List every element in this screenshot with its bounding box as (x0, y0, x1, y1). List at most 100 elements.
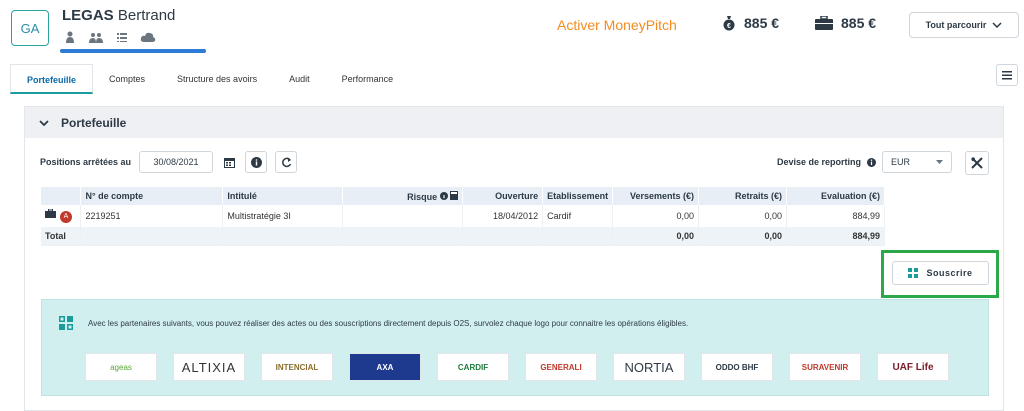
info-button[interactable] (245, 151, 268, 173)
tab-performance[interactable]: Performance (326, 64, 410, 94)
table-total-row: Total 0,00 0,00 884,99 (41, 227, 885, 246)
amount-bag-value: 885 € (744, 15, 780, 31)
refresh-button[interactable] (275, 151, 298, 173)
partner-logo-suravenir[interactable]: SURAVENIR (789, 353, 861, 381)
svg-text:€: € (727, 23, 731, 30)
total-evaluation: 884,99 (786, 227, 885, 246)
tools-icon (971, 157, 983, 169)
col-retraits[interactable]: Retraits (€) (698, 187, 787, 205)
partner-logo-cardif[interactable]: CARDIF (437, 353, 509, 381)
refresh-icon (281, 157, 291, 167)
cloud-icon[interactable] (140, 31, 156, 43)
devise-value: EUR (891, 157, 911, 167)
partner-logo-ageas[interactable]: ageas (85, 353, 157, 381)
cell-risque (342, 205, 464, 228)
cell-retraits: 0,00 (698, 205, 787, 228)
main-tabs: Portefeuille Comptes Structure des avoir… (10, 64, 1014, 94)
partner-logo-oddo-bhf[interactable]: ODDO BHF (701, 353, 773, 381)
browse-all-dropdown[interactable]: Tout parcourir (909, 12, 1019, 38)
col-risque[interactable]: Risque (342, 187, 464, 205)
cell-etablissement: Cardif (542, 205, 614, 228)
partner-logos: ageas ALTIXIA INTENCIAL AXA CARDIF GENER… (85, 353, 949, 381)
tab-comptes[interactable]: Comptes (93, 64, 161, 94)
partner-logo-intencial[interactable]: INTENCIAL (261, 353, 333, 381)
tab-audit[interactable]: Audit (273, 64, 326, 94)
menu-button[interactable] (996, 64, 1018, 86)
caret-down-icon (936, 160, 944, 164)
partner-logo-nortia[interactable]: NORTIA (613, 353, 685, 381)
positions-label: Positions arrêtées au (40, 157, 132, 167)
positions-toolbar: Positions arrêtées au 30/08/2021 (40, 151, 298, 173)
chevron-down-icon (39, 119, 49, 126)
cell-compte: 2219251 (80, 205, 224, 228)
souscrire-button[interactable]: Souscrire (892, 261, 989, 285)
client-first-name: Bertrand (117, 7, 176, 24)
partners-banner: Avec les partenaires suivants, vous pouv… (41, 299, 989, 396)
partner-logo-axa[interactable]: AXA (349, 353, 421, 381)
client-last-name: LEGAS (62, 7, 114, 24)
total-empty-5 (542, 227, 614, 246)
tab-portefeuille[interactable]: Portefeuille (10, 64, 94, 94)
calendar-icon[interactable] (221, 151, 238, 173)
col-icons (41, 187, 82, 205)
total-label: Total (41, 227, 82, 246)
client-avatar[interactable]: GA (11, 10, 49, 46)
total-empty-4 (462, 227, 544, 246)
partner-logo-altixia[interactable]: ALTIXIA (173, 353, 245, 381)
devise-label: Devise de reporting (777, 157, 862, 167)
partner-logo-generali[interactable]: GENERALI (525, 353, 597, 381)
positions-table: N° de compte Intitulé Risque Ouverture E… (41, 187, 885, 246)
panel-header[interactable]: Portefeuille (25, 107, 1003, 138)
devise-reporting: Devise de reporting EUR (777, 151, 953, 173)
hamburger-icon (1002, 70, 1012, 79)
col-intitule[interactable]: Intitulé (222, 187, 344, 205)
activate-moneypitch-link[interactable]: Activer MoneyPitch (557, 17, 677, 33)
col-compte[interactable]: N° de compte (80, 187, 224, 205)
browse-all-label: Tout parcourir (925, 20, 987, 30)
panel-title: Portefeuille (61, 115, 127, 130)
positions-date-input[interactable]: 30/08/2021 (139, 151, 214, 173)
tab-structure-avoirs[interactable]: Structure des avoirs (161, 64, 273, 94)
total-retraits: 0,00 (698, 227, 787, 246)
total-empty-2 (222, 227, 344, 246)
total-versements: 0,00 (612, 227, 700, 246)
client-name: LEGAS Bertrand (62, 7, 175, 24)
calculator-icon (450, 190, 459, 200)
person-icon[interactable] (62, 31, 78, 43)
client-icon-bar (62, 31, 156, 43)
amount-briefcase: 885 € (815, 15, 876, 31)
col-versements[interactable]: Versements (€) (612, 187, 700, 205)
cell-intitule: Multistratégie 3I (222, 205, 344, 228)
col-etablissement[interactable]: Etablissement (542, 187, 614, 205)
info-icon (250, 156, 262, 168)
header: GA LEGAS Bertrand Activer MoneyPitch € 8… (0, 0, 1024, 60)
table-header-row: N° de compte Intitulé Risque Ouverture E… (41, 187, 885, 205)
info-icon (439, 191, 448, 200)
amount-briefcase-value: 885 € (841, 15, 877, 31)
col-evaluation[interactable]: Evaluation (€) (786, 187, 885, 205)
amount-bag: € 885 € (722, 15, 779, 31)
portefeuille-panel: Portefeuille Positions arrêtées au 30/08… (24, 106, 1004, 411)
info-icon (867, 157, 877, 167)
col-ouverture[interactable]: Ouverture (462, 187, 544, 205)
account-status-badge: A (60, 210, 72, 223)
souscrire-label: Souscrire (926, 268, 973, 278)
chevron-down-icon (992, 22, 1002, 28)
cell-ouverture: 18/04/2012 (462, 205, 544, 228)
tools-button[interactable] (965, 151, 989, 175)
devise-select[interactable]: EUR (882, 151, 953, 173)
list-icon[interactable] (114, 31, 130, 43)
briefcase-icon (45, 208, 56, 218)
profile-progress-bar (60, 49, 206, 53)
group-icon[interactable] (88, 31, 104, 43)
partner-logo-uaf-life[interactable]: UAF Life (877, 353, 949, 381)
grid-plus-icon (59, 316, 73, 330)
souscrire-highlight: Souscrire (881, 250, 999, 298)
row-icons: A (41, 205, 82, 228)
partners-description: Avec les partenaires suivants, vous pouv… (88, 319, 689, 328)
table-row[interactable]: A 2219251 Multistratégie 3I 18/04/2012 C… (41, 205, 885, 228)
briefcase-icon (815, 16, 833, 30)
total-empty-1 (80, 227, 224, 246)
cell-versements: 0,00 (612, 205, 700, 228)
cell-evaluation: 884,99 (786, 205, 885, 228)
